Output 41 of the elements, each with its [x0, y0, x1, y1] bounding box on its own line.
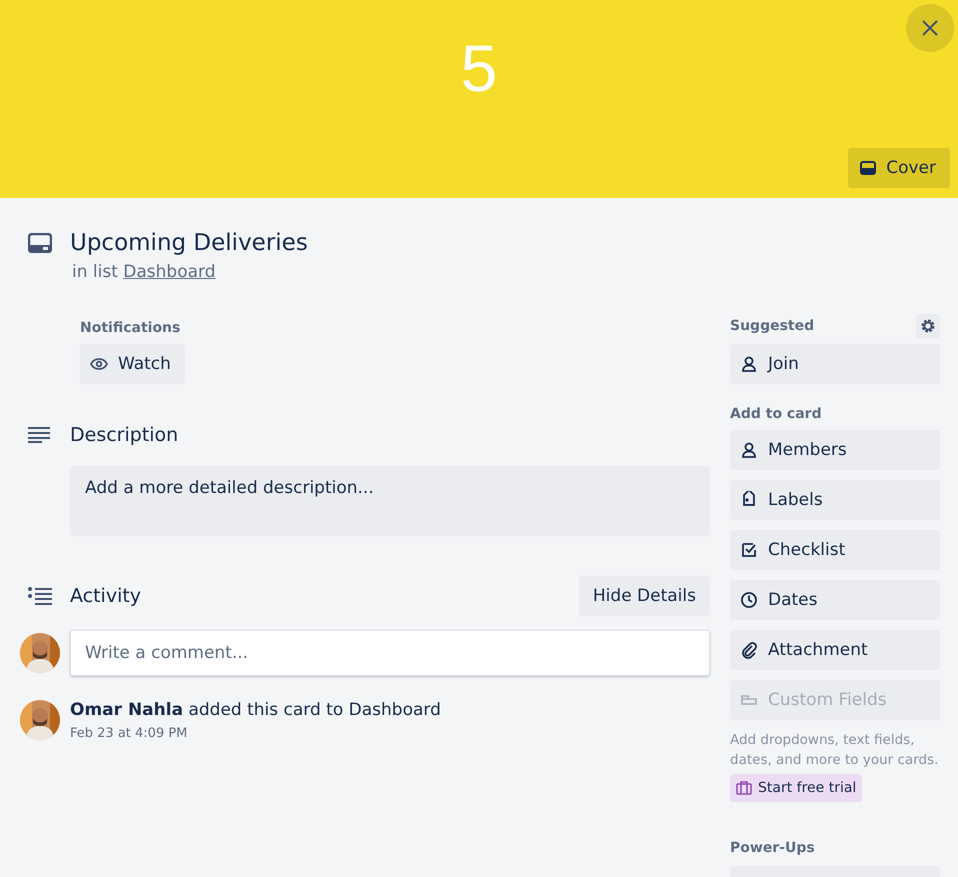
close-icon [921, 19, 939, 37]
activity-icon [28, 587, 52, 605]
section-label: Suggested [730, 318, 814, 334]
description-field[interactable]: Add a more detailed description... [70, 466, 710, 536]
join-button[interactable]: Join [730, 344, 940, 384]
cover-button[interactable]: Cover [848, 148, 950, 188]
person-icon [740, 355, 758, 373]
hide-details-button[interactable]: Hide Details [578, 576, 710, 616]
paperclip-icon [740, 641, 758, 659]
cover-icon [860, 161, 876, 175]
person-icon [740, 441, 758, 459]
description-icon [28, 427, 50, 443]
cover-title: 5 [460, 30, 498, 107]
list-link[interactable]: Dashboard [123, 262, 216, 282]
settings-icon [920, 318, 936, 334]
checkbox-icon [740, 541, 758, 559]
eye-icon [90, 358, 108, 370]
settings-button[interactable] [916, 314, 940, 338]
labels-button[interactable]: Labels [730, 480, 940, 520]
card-icon [28, 233, 52, 253]
section-label: Add to card [730, 406, 823, 422]
section-label: Notifications [80, 320, 182, 336]
upsell-text: Add dropdowns, text fields, dates, and more to your cards. [730, 731, 940, 770]
list-caption: in list [72, 262, 118, 282]
briefcase-icon [736, 781, 752, 795]
close-button[interactable] [906, 4, 954, 52]
dates-button[interactable]: Dates [730, 580, 940, 620]
attachment-button[interactable]: Attachment [730, 630, 940, 670]
section-heading: Activity [70, 585, 142, 607]
trial-button[interactable]: Start free trial [730, 774, 862, 802]
activity-text: Omar Nahla added this card to Dashboard [70, 700, 441, 720]
card-title: Upcoming Deliveries [70, 230, 308, 256]
tag-icon [740, 491, 758, 509]
checklist-button[interactable]: Checklist [730, 530, 940, 570]
section-heading: Description [70, 424, 178, 446]
watch-button[interactable]: Watch [80, 344, 185, 384]
members-button[interactable]: Members [730, 430, 940, 470]
comment-field[interactable]: Write a comment... [70, 630, 710, 676]
clock-icon [740, 591, 758, 609]
section-label: Power-Ups [730, 840, 816, 856]
activity-time[interactable]: Feb 23 at 4:09 PM [70, 726, 441, 741]
